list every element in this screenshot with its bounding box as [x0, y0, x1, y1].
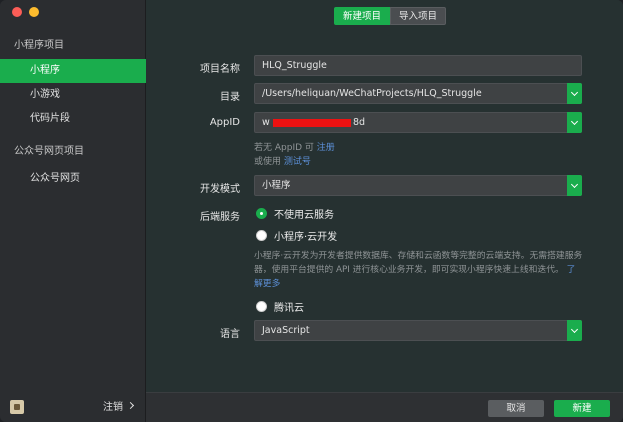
register-link[interactable]: 注册 — [317, 143, 335, 153]
directory-dropdown-button[interactable] — [567, 83, 582, 104]
appid-label: AppID — [209, 117, 240, 128]
chevron-down-icon — [570, 325, 579, 333]
project-name-input[interactable]: HLQ_Struggle — [254, 55, 582, 76]
minimize-window-button[interactable] — [29, 7, 39, 17]
project-mode-tabs: 新建项目 导入项目 — [334, 7, 447, 25]
new-project-window: 小程序项目 小程序 小游戏 代码片段 公众号网页项目 公众号网页 注销 新建项目… — [0, 0, 623, 422]
appid-hint-text: 若无 AppID 可 — [254, 143, 314, 153]
language-value: JavaScript — [262, 325, 310, 336]
language-dropdown-button[interactable] — [567, 320, 582, 341]
window-controls — [12, 7, 39, 17]
directory-label: 目录 — [220, 92, 240, 103]
radio-tencent-cloud-label: 腾讯云 — [274, 303, 304, 314]
radio-cloud-dev[interactable]: 小程序·云开发 — [256, 228, 337, 243]
sidebar-item-label: 代码片段 — [30, 113, 70, 124]
appid-input[interactable]: w 8d — [254, 112, 582, 133]
appid-value-suffix: 8d — [353, 117, 366, 128]
radio-no-cloud-label: 不使用云服务 — [274, 210, 334, 221]
sidebar-item-miniprogram[interactable]: 小程序 — [0, 59, 146, 83]
sidebar-item-minigame[interactable]: 小游戏 — [0, 83, 146, 107]
redaction-bar — [273, 119, 351, 127]
create-button[interactable]: 新建 — [554, 400, 610, 417]
sidebar-item-label: 公众号网页 — [30, 173, 80, 184]
cloud-dev-description: 小程序·云开发为开发者提供数据库、存储和云函数等完整的云端支持。无需搭建服务器，… — [254, 249, 584, 291]
dev-mode-select[interactable]: 小程序 — [254, 175, 582, 196]
sidebar-item-label: 小游戏 — [30, 89, 60, 100]
radio-unchecked-icon — [256, 230, 267, 241]
appid-test-hint: 或使用 测试号 — [254, 154, 311, 167]
sidebar-item-code-snippet[interactable]: 代码片段 — [0, 107, 146, 131]
cancel-button[interactable]: 取消 — [488, 400, 544, 417]
cloud-desc-text: 小程序·云开发为开发者提供数据库、存储和云函数等完整的云端支持。无需搭建服务器，… — [254, 251, 583, 275]
appid-hint2-text: 或使用 — [254, 157, 282, 167]
radio-unchecked-icon — [256, 301, 267, 312]
appid-dropdown-button[interactable] — [567, 112, 582, 133]
directory-value: /Users/heliquan/WeChatProjects/HLQ_Strug… — [262, 88, 482, 99]
dev-mode-dropdown-button[interactable] — [567, 175, 582, 196]
dev-mode-label: 开发模式 — [200, 184, 240, 195]
appid-value-prefix: w — [262, 117, 270, 128]
sidebar-section-official-account: 公众号网页项目 — [14, 146, 84, 157]
chevron-right-icon — [126, 401, 135, 410]
backend-label: 后端服务 — [200, 212, 240, 223]
test-account-link[interactable]: 测试号 — [284, 157, 311, 167]
sidebar-section-miniprogram: 小程序项目 — [14, 40, 64, 51]
appid-register-hint: 若无 AppID 可 注册 — [254, 140, 335, 153]
chevron-down-icon — [570, 88, 579, 96]
language-select[interactable]: JavaScript — [254, 320, 582, 341]
radio-tencent-cloud[interactable]: 腾讯云 — [256, 299, 304, 314]
avatar[interactable] — [10, 400, 24, 414]
tab-new-project[interactable]: 新建项目 — [334, 7, 391, 25]
dialog-footer: 取消 新建 — [146, 392, 623, 422]
chevron-down-icon — [570, 117, 579, 125]
radio-cloud-dev-label: 小程序·云开发 — [274, 232, 338, 243]
sidebar-item-official-webpage[interactable]: 公众号网页 — [0, 167, 146, 191]
radio-checked-icon — [256, 208, 267, 219]
logout-label: 注销 — [103, 402, 123, 413]
sidebar-item-label: 小程序 — [30, 65, 60, 76]
radio-no-cloud[interactable]: 不使用云服务 — [256, 206, 334, 221]
project-name-label: 项目名称 — [200, 64, 240, 75]
dev-mode-value: 小程序 — [262, 180, 291, 191]
tab-import-project[interactable]: 导入项目 — [390, 7, 447, 25]
language-label: 语言 — [220, 329, 240, 340]
close-window-button[interactable] — [12, 7, 22, 17]
main-panel: 新建项目 导入项目 项目名称 HLQ_Struggle 目录 /Users/he… — [146, 0, 623, 422]
sidebar: 小程序项目 小程序 小游戏 代码片段 公众号网页项目 公众号网页 注销 — [0, 0, 146, 422]
directory-input[interactable]: /Users/heliquan/WeChatProjects/HLQ_Strug… — [254, 83, 582, 104]
logout-button[interactable]: 注销 — [103, 398, 135, 413]
chevron-down-icon — [570, 180, 579, 188]
